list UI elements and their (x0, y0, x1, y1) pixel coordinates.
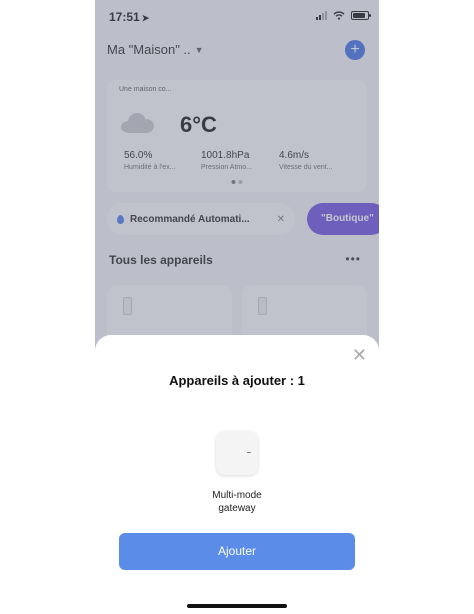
sheet-title: Appareils à ajouter : 1 (169, 373, 305, 388)
add-devices-sheet: ✕ Appareils à ajouter : 1 Multi-mode gat… (95, 335, 379, 614)
add-button[interactable]: Ajouter (119, 533, 355, 570)
close-icon[interactable]: ✕ (352, 345, 367, 366)
gateway-icon (216, 431, 258, 475)
device-name: Multi-mode gateway (212, 490, 262, 514)
home-indicator (187, 604, 287, 608)
